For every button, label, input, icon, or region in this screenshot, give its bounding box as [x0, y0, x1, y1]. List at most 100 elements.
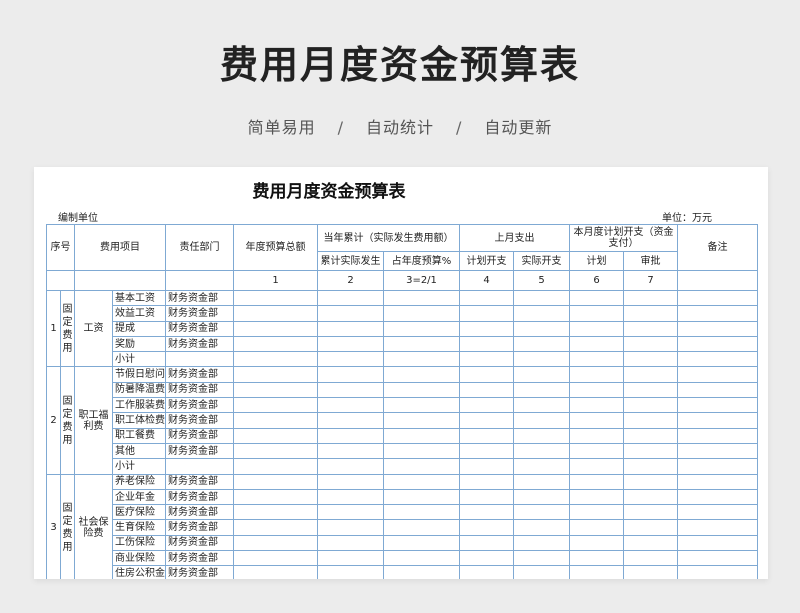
data-cell — [459, 381, 514, 399]
data-cell — [459, 335, 514, 353]
header-seq: 序号 — [46, 224, 75, 271]
data-cell — [233, 550, 318, 567]
data-cell — [569, 519, 624, 536]
data-cell — [383, 351, 460, 368]
data-cell — [317, 412, 384, 429]
data-cell — [233, 504, 318, 521]
data-cell — [623, 427, 678, 444]
header-blank — [677, 270, 758, 291]
row-item-name: 商业保险 — [112, 550, 166, 567]
table-row: 职工餐费 财务资金部 — [47, 427, 758, 444]
table-row: 住房公积金 财务资金部 — [47, 565, 758, 579]
data-cell — [513, 366, 570, 383]
data-cell — [677, 458, 758, 475]
data-cell — [569, 565, 624, 579]
data-cell — [677, 519, 758, 536]
data-cell — [513, 488, 570, 506]
data-cell — [383, 289, 460, 307]
data-cell — [677, 565, 758, 579]
row-item-name: 防暑降温费 — [112, 381, 166, 399]
table-row: 1 固定费用 工资 基本工资 财务资金部 — [46, 289, 758, 368]
row-dept: 财务资金部 — [165, 550, 234, 567]
data-cell — [513, 534, 570, 552]
data-cell — [459, 504, 514, 521]
data-cell — [677, 289, 758, 307]
data-cell — [317, 473, 384, 490]
col-number: 1 — [233, 270, 318, 291]
table-row: 商业保险 财务资金部 — [47, 550, 758, 567]
row-subgroup: 职工福利费 — [74, 366, 113, 475]
data-cell — [677, 412, 758, 429]
col-number: 6 — [569, 270, 624, 291]
row-item-name: 养老保险 — [112, 473, 166, 490]
header-ytd-pct: 占年度预算% — [383, 251, 460, 271]
data-cell — [623, 305, 678, 322]
data-cell — [459, 519, 514, 536]
data-cell — [459, 366, 514, 383]
data-cell — [677, 351, 758, 368]
data-cell — [233, 351, 318, 368]
row-item-name: 其他 — [112, 442, 166, 460]
data-cell — [569, 351, 624, 368]
table-row: 工伤保险 财务资金部 — [47, 534, 758, 552]
data-cell — [569, 412, 624, 429]
data-cell — [569, 504, 624, 521]
data-cell — [513, 335, 570, 353]
data-cell — [233, 519, 318, 536]
data-cell — [569, 397, 624, 414]
data-cell — [569, 473, 624, 490]
row-dept: 财务资金部 — [165, 366, 234, 383]
data-cell — [317, 427, 384, 444]
data-cell — [513, 473, 570, 490]
data-cell — [623, 442, 678, 460]
tag-auto-update: 自动更新 — [484, 118, 553, 137]
data-cell — [317, 550, 384, 567]
data-cell — [317, 351, 384, 368]
data-cell — [513, 351, 570, 368]
row-seq: 3 — [46, 473, 61, 579]
data-cell — [383, 381, 460, 399]
tagline: 简单易用 / 自动统计 / 自动更新 — [0, 114, 800, 138]
data-cell — [459, 320, 514, 337]
row-item-name: 生育保险 — [112, 519, 166, 536]
data-cell — [233, 335, 318, 353]
data-cell — [677, 534, 758, 552]
data-cell — [513, 427, 570, 444]
data-cell — [233, 412, 318, 429]
row-dept: 财务资金部 — [165, 442, 234, 460]
budget-table: 序号 费用项目 责任部门 年度预算总额 当年累计（实际发生费用额） 上月支出 本… — [46, 224, 758, 579]
row-item-name: 职工餐费 — [112, 427, 166, 444]
data-cell — [383, 550, 460, 567]
data-cell — [459, 488, 514, 506]
row-dept — [165, 458, 234, 475]
data-cell — [459, 351, 514, 368]
data-cell — [233, 381, 318, 399]
data-cell — [383, 473, 460, 490]
data-cell — [233, 397, 318, 414]
row-seq: 2 — [46, 366, 61, 475]
row-seq: 1 — [46, 289, 61, 368]
data-cell — [623, 289, 678, 307]
data-cell — [569, 427, 624, 444]
data-cell — [383, 565, 460, 579]
table-row: 其他 财务资金部 — [47, 442, 758, 460]
header-annual-total: 年度预算总额 — [233, 224, 318, 271]
table-row: 效益工资 财务资金部 — [47, 305, 758, 322]
tag-easy: 简单易用 — [247, 118, 316, 137]
data-cell — [317, 289, 384, 307]
header-plan-spend: 计划开支 — [459, 251, 514, 271]
data-cell — [383, 335, 460, 353]
header-item: 费用项目 — [74, 224, 166, 271]
data-cell — [623, 519, 678, 536]
header-blank — [74, 270, 166, 291]
header-ytd-actual: 累计实际发生 — [317, 251, 384, 271]
header-remark: 备注 — [677, 224, 758, 271]
data-cell — [623, 488, 678, 506]
row-item-name: 医疗保险 — [112, 504, 166, 521]
row-dept: 财务资金部 — [165, 534, 234, 552]
data-cell — [317, 335, 384, 353]
row-item-name: 工作服装费 — [112, 397, 166, 414]
data-cell — [623, 351, 678, 368]
data-cell — [513, 565, 570, 579]
header-blank — [165, 270, 234, 291]
